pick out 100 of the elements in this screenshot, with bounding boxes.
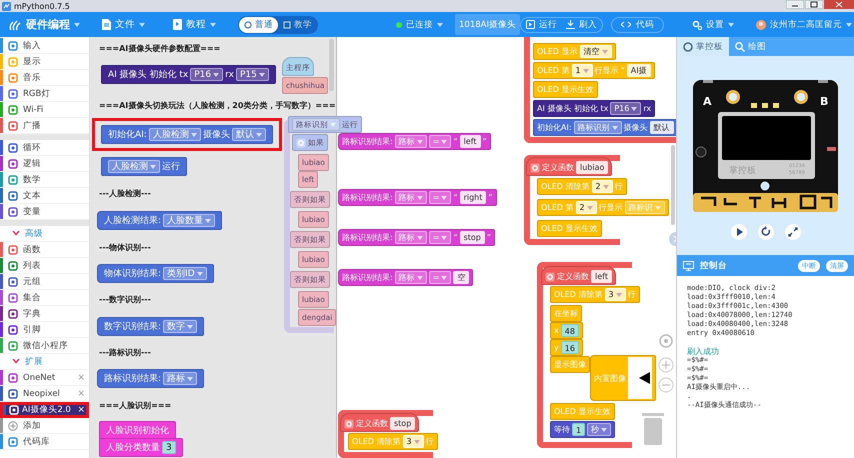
dropdown-field[interactable]: = bbox=[428, 135, 452, 148]
settings-button[interactable]: 设置 bbox=[692, 18, 734, 30]
text-field[interactable]: left bbox=[591, 270, 612, 283]
code-block[interactable]: 物体识别结果: 类别ID bbox=[97, 264, 214, 283]
dropdown-field[interactable]: 人脸数量 bbox=[163, 214, 216, 227]
close-button[interactable]: × bbox=[77, 405, 85, 415]
code-block[interactable]: OLED 清除第 3 行 bbox=[550, 286, 640, 303]
code-block[interactable]: 路标识别结果: 路标 = “ stop ” bbox=[338, 229, 495, 246]
code-block[interactable]: 初始化AI: 路标识别 摄像头 默认 bbox=[533, 119, 676, 136]
dropdown-field[interactable]: 路标识别 bbox=[574, 121, 622, 134]
mode-option[interactable]: 普通 bbox=[239, 16, 278, 32]
sidebar-item[interactable]: 文本 bbox=[0, 188, 89, 204]
sidebar-item[interactable]: 代码库 bbox=[0, 434, 89, 450]
code-block[interactable]: OLED 第 2 行显示 路标识 bbox=[537, 199, 669, 216]
code-block[interactable]: 定义函数 lubiao bbox=[526, 157, 612, 176]
dropdown-field[interactable]: 1 bbox=[572, 64, 593, 77]
dropdown-field[interactable]: 人脸检测 bbox=[108, 160, 160, 173]
code-block[interactable]: 路标识别结果: 路标 = 空 bbox=[338, 269, 474, 286]
text-field[interactable]: lubiao bbox=[576, 161, 608, 174]
zoom-in-icon[interactable] bbox=[658, 357, 674, 373]
dropdown-field[interactable]: 人脸检测 bbox=[148, 128, 201, 141]
sidebar-item[interactable]: 扩展 bbox=[0, 354, 89, 370]
sidebar-item[interactable]: 微信小程序 bbox=[0, 338, 89, 354]
connection-status[interactable]: 已连接 bbox=[396, 18, 443, 30]
dropdown-field[interactable]: 3 bbox=[604, 288, 626, 301]
dropdown-field[interactable]: = bbox=[428, 271, 452, 284]
sidebar-item[interactable]: 引脚 bbox=[0, 322, 89, 338]
code-block[interactable]: AI 摄像头 初始化 tx P16 rx bbox=[533, 100, 656, 117]
code-block[interactable]: x 48 bbox=[550, 322, 583, 339]
text-field[interactable]: stop bbox=[460, 231, 485, 244]
sidebar-item[interactable]: 循环 bbox=[0, 140, 89, 156]
reset-button[interactable] bbox=[758, 224, 774, 240]
dropdown-field[interactable]: 路标 bbox=[394, 231, 427, 244]
dropdown-field[interactable]: P16 bbox=[610, 102, 642, 115]
close-button[interactable]: × bbox=[77, 372, 85, 382]
code-block[interactable]: OLED 显示 清空 bbox=[533, 43, 616, 60]
code-block[interactable]: 路标识别结果: 路标 = “ right ” bbox=[338, 189, 497, 206]
sidebar-item[interactable]: 元组 bbox=[0, 274, 89, 290]
number-field[interactable]: 16 bbox=[560, 341, 579, 354]
code-block[interactable]: OLED 第 1 行显示 “ AI摄 bbox=[533, 62, 655, 79]
text-field[interactable]: right bbox=[460, 191, 486, 204]
dropdown-field[interactable]: P16 bbox=[190, 68, 224, 81]
run-button[interactable]: 运行 bbox=[526, 18, 557, 30]
sidebar-item[interactable]: 字典 bbox=[0, 306, 89, 322]
text-field[interactable]: 空 bbox=[453, 271, 470, 284]
sidebar-item[interactable]: 数学 bbox=[0, 172, 89, 188]
text-field[interactable]: 默认 bbox=[650, 121, 674, 134]
play-button[interactable] bbox=[730, 224, 746, 240]
sidebar-item[interactable]: 广播 bbox=[0, 118, 89, 134]
number-field[interactable]: 1 bbox=[572, 423, 586, 436]
code-block[interactable]: AI 摄像头 初始化 tx P16 rx P15 bbox=[101, 65, 276, 84]
code-block[interactable]: 数字识别结果: 数字 bbox=[97, 317, 204, 336]
maximize-icon[interactable] bbox=[805, 0, 823, 9]
text-field[interactable]: stop bbox=[390, 417, 416, 430]
text-field[interactable]: AI摄 bbox=[626, 64, 651, 77]
dropdown-field[interactable]: 2 bbox=[592, 180, 613, 193]
sidebar-item[interactable]: 输入 bbox=[0, 38, 89, 54]
sidebar-item[interactable]: 列表 bbox=[0, 258, 89, 274]
sidebar-item[interactable]: 音乐 bbox=[0, 70, 89, 86]
sidebar-item[interactable]: RGB灯 bbox=[0, 86, 89, 102]
code-block[interactable]: 等待 1 秒 bbox=[550, 421, 616, 438]
user-menu[interactable]: 汝州市二高匡留元 bbox=[756, 18, 852, 30]
panel-tab[interactable]: 掌控板 bbox=[677, 37, 729, 56]
code-block[interactable]: 定义函数 stop bbox=[340, 413, 420, 432]
code-block[interactable]: 路标识别结果: 路标 = “ left ” bbox=[338, 133, 491, 150]
code-block[interactable]: 路标识别结果: 路标 bbox=[97, 369, 204, 388]
text-field[interactable]: left bbox=[460, 135, 481, 148]
sidebar-item[interactable]: 函数 bbox=[0, 242, 89, 258]
number-field[interactable]: 3 bbox=[162, 441, 176, 454]
dropdown-field[interactable]: 3 bbox=[402, 435, 424, 448]
sidebar-item[interactable]: 集合 bbox=[0, 290, 89, 306]
flash-button[interactable]: 刷入 bbox=[566, 18, 597, 30]
code-block[interactable]: 人脸检测 运行 bbox=[101, 157, 187, 176]
number-field[interactable]: 48 bbox=[560, 324, 579, 337]
menu-button[interactable]: 教程 bbox=[173, 18, 216, 31]
dropdown-field[interactable]: 类别ID bbox=[163, 267, 207, 280]
trash-icon[interactable] bbox=[642, 411, 664, 445]
dropdown-field[interactable]: 清空 bbox=[580, 45, 612, 58]
collapse-arrow-icon[interactable] bbox=[666, 232, 676, 246]
code-block[interactable]: 人脸检测结果: 人脸数量 bbox=[97, 211, 222, 230]
menu-button[interactable]: 文件 bbox=[102, 18, 145, 31]
dropdown-field[interactable]: 路标 bbox=[394, 135, 427, 148]
scrollbar[interactable] bbox=[671, 145, 675, 225]
sidebar-item[interactable]: 添加 bbox=[0, 418, 89, 434]
app-menu[interactable]: 硬件编程 bbox=[8, 17, 80, 32]
fullscreen-button[interactable] bbox=[784, 224, 800, 240]
minimize-icon[interactable] bbox=[786, 0, 804, 9]
dropdown-field[interactable]: = bbox=[428, 191, 452, 204]
mode-option[interactable]: 教学 bbox=[278, 16, 317, 32]
sidebar-item[interactable]: AI摄像头2.0 × bbox=[0, 402, 89, 418]
sidebar-item[interactable]: Wi-Fi bbox=[0, 102, 89, 118]
sidebar-item[interactable]: 逻辑 bbox=[0, 156, 89, 172]
sidebar-item[interactable]: OneNet × bbox=[0, 370, 89, 386]
sidebar-item[interactable]: 变量 bbox=[0, 204, 89, 220]
dropdown-field[interactable]: 路标 bbox=[394, 191, 427, 204]
code-block[interactable]: 人脸分类数量 3 bbox=[99, 438, 183, 457]
zoom-out-icon[interactable] bbox=[658, 377, 674, 393]
dropdown-field[interactable]: 路标 bbox=[163, 372, 198, 385]
sidebar-item[interactable]: 高级 bbox=[0, 226, 89, 242]
sidebar-item[interactable]: 显示 bbox=[0, 54, 89, 70]
